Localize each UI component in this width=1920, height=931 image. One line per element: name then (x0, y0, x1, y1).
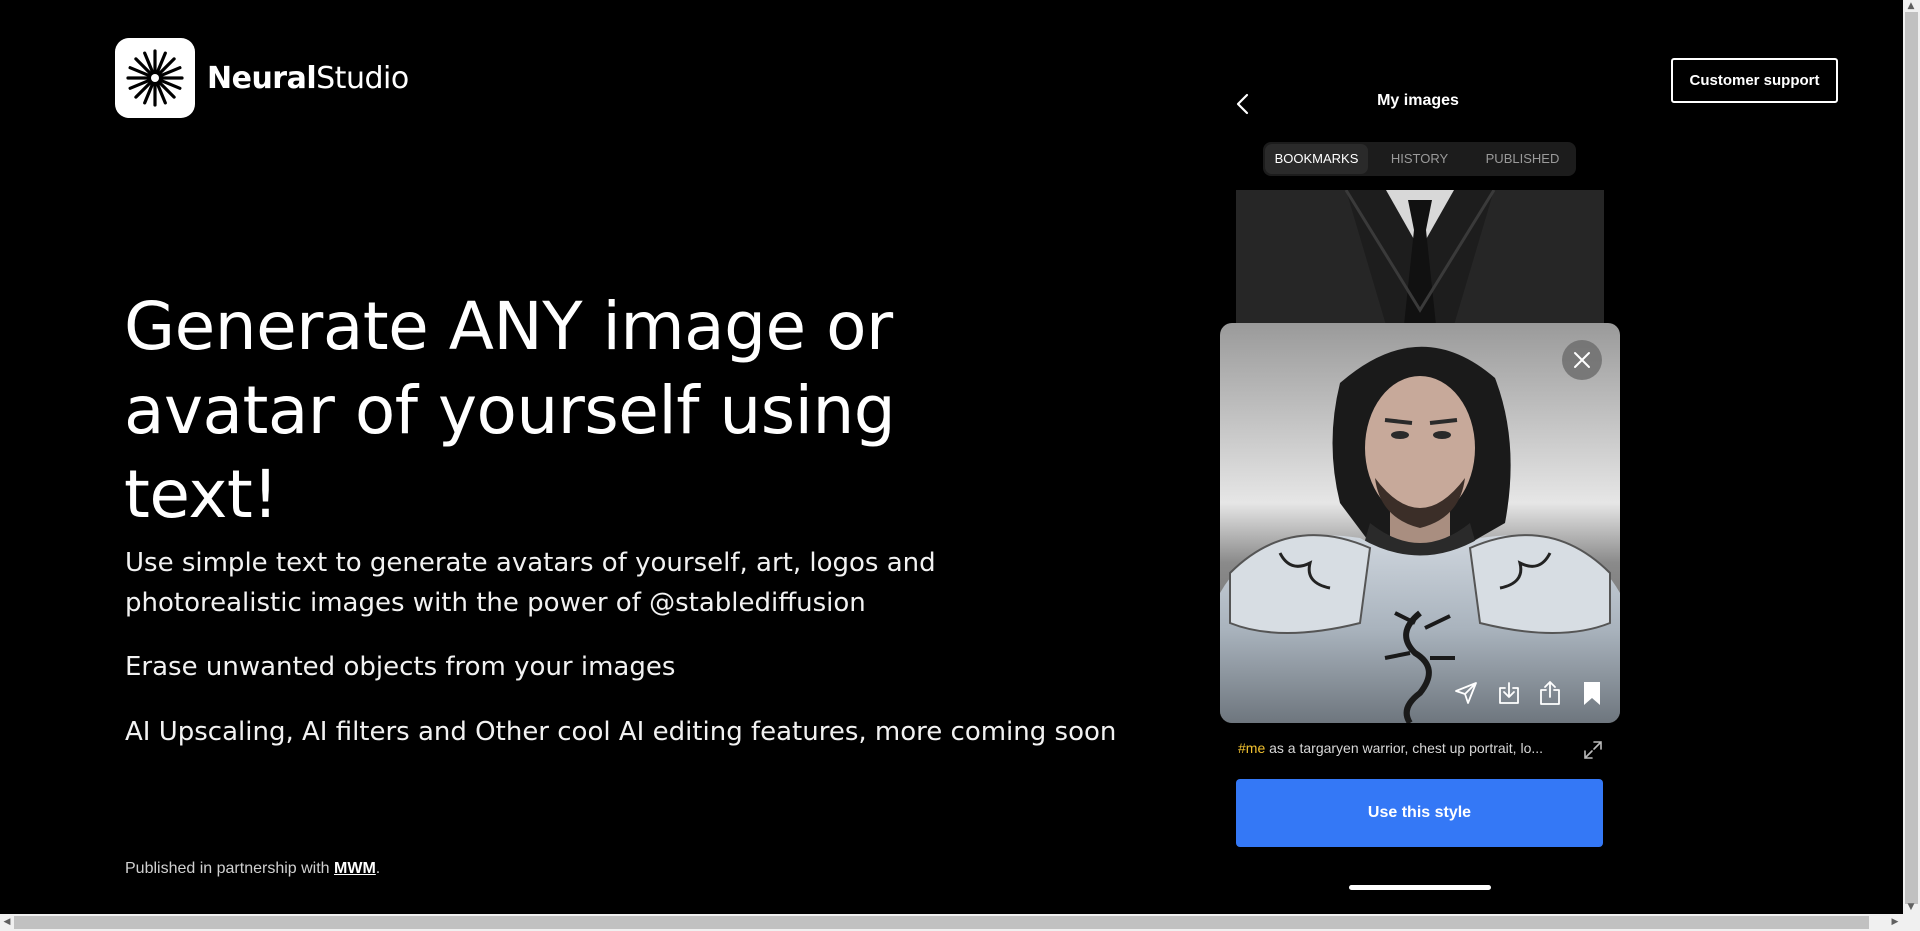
use-this-style-button[interactable]: Use this style (1236, 779, 1603, 847)
tab-history[interactable]: HISTORY (1368, 144, 1471, 174)
brand-name-bold: Neural (207, 60, 317, 96)
send-icon[interactable] (1453, 680, 1479, 706)
customer-support-button[interactable]: Customer support (1671, 58, 1838, 103)
share-icon[interactable] (1537, 680, 1563, 706)
scroll-left-arrow-icon[interactable]: ◀ (2, 917, 12, 927)
tab-bookmarks[interactable]: BOOKMARKS (1265, 144, 1368, 174)
my-images-title: My images (1377, 92, 1459, 109)
home-indicator (1349, 885, 1491, 890)
brand-logo[interactable]: NeuralStudio (115, 38, 409, 118)
partnership-suffix: . (375, 860, 381, 877)
hero-headline: Generate ANY image or avatar of yourself… (124, 288, 896, 533)
tab-published[interactable]: PUBLISHED (1471, 144, 1574, 174)
suit-background-image (1236, 190, 1604, 325)
bookmark-icon[interactable] (1579, 680, 1605, 706)
caption-tag: #me (1238, 740, 1266, 756)
partnership-note: Published in partnership with MWM. (125, 860, 380, 878)
hero-paragraph-upscaling: AI Upscaling, AI filters and Other cool … (125, 717, 1117, 747)
brand-name: NeuralStudio (207, 61, 409, 96)
caption-text: as a targaryen warrior, chest up portrai… (1265, 740, 1544, 756)
warrior-portrait-image[interactable] (1220, 323, 1620, 723)
sparkle-logo-icon (115, 38, 195, 118)
vertical-scrollbar-thumb[interactable] (1905, 12, 1918, 904)
partnership-prefix: Published in partnership with (125, 860, 335, 877)
close-icon[interactable] (1562, 340, 1602, 380)
brand-name-regular: Studio (316, 60, 409, 96)
hero-paragraph-erase: Erase unwanted objects from your images (125, 652, 676, 682)
scroll-right-arrow-icon[interactable]: ▶ (1890, 917, 1900, 927)
download-icon[interactable] (1496, 680, 1522, 706)
image-tabs: BOOKMARKS HISTORY PUBLISHED (1263, 142, 1576, 176)
prompt-caption: #me as a targaryen warrior, chest up por… (1238, 740, 1568, 756)
horizontal-scrollbar-thumb[interactable] (14, 916, 1869, 929)
scroll-down-arrow-icon[interactable]: ▼ (1906, 902, 1916, 912)
back-icon[interactable] (1232, 92, 1256, 116)
hero-paragraph-generate: Use simple text to generate avatars of y… (125, 548, 936, 618)
scroll-up-arrow-icon[interactable]: ▲ (1906, 1, 1916, 11)
mwm-link[interactable]: MWM (334, 860, 376, 877)
expand-icon[interactable] (1583, 740, 1603, 760)
